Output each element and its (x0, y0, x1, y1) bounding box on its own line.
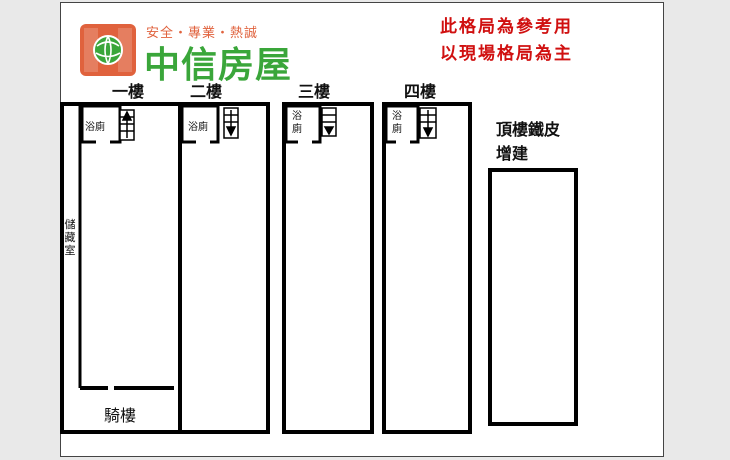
stair-floor-3 (321, 107, 337, 137)
arcade-label: 騎樓 (104, 406, 137, 425)
roof-addition-label-1: 頂樓鐵皮 (496, 120, 561, 139)
storage-room-label: 儲藏室 (64, 218, 76, 257)
stair-floor-1 (119, 109, 135, 141)
floor-3-outline (282, 102, 374, 434)
roof-addition-label-2: 增建 (496, 144, 529, 163)
stair-floor-2 (223, 107, 239, 139)
floor-2-label: 二樓 (190, 82, 223, 101)
floor-4-outline (382, 102, 472, 434)
floor-3-bathroom-label: 浴廁 (292, 111, 302, 135)
floor-2-bathroom-label: 浴廁 (188, 122, 208, 133)
floor-plan-drawing (60, 102, 578, 434)
floor-4-label: 四樓 (404, 82, 437, 101)
floor-3-label: 三樓 (298, 82, 331, 101)
floor-1-bathroom-label: 浴廁 (85, 122, 105, 133)
floor-1-label: 一樓 (112, 82, 145, 101)
floor-4-bathroom-label: 浴廁 (392, 111, 402, 135)
roof-addition-outline (488, 168, 578, 426)
floor-2-outline (178, 102, 270, 434)
stair-floor-4 (419, 107, 437, 139)
